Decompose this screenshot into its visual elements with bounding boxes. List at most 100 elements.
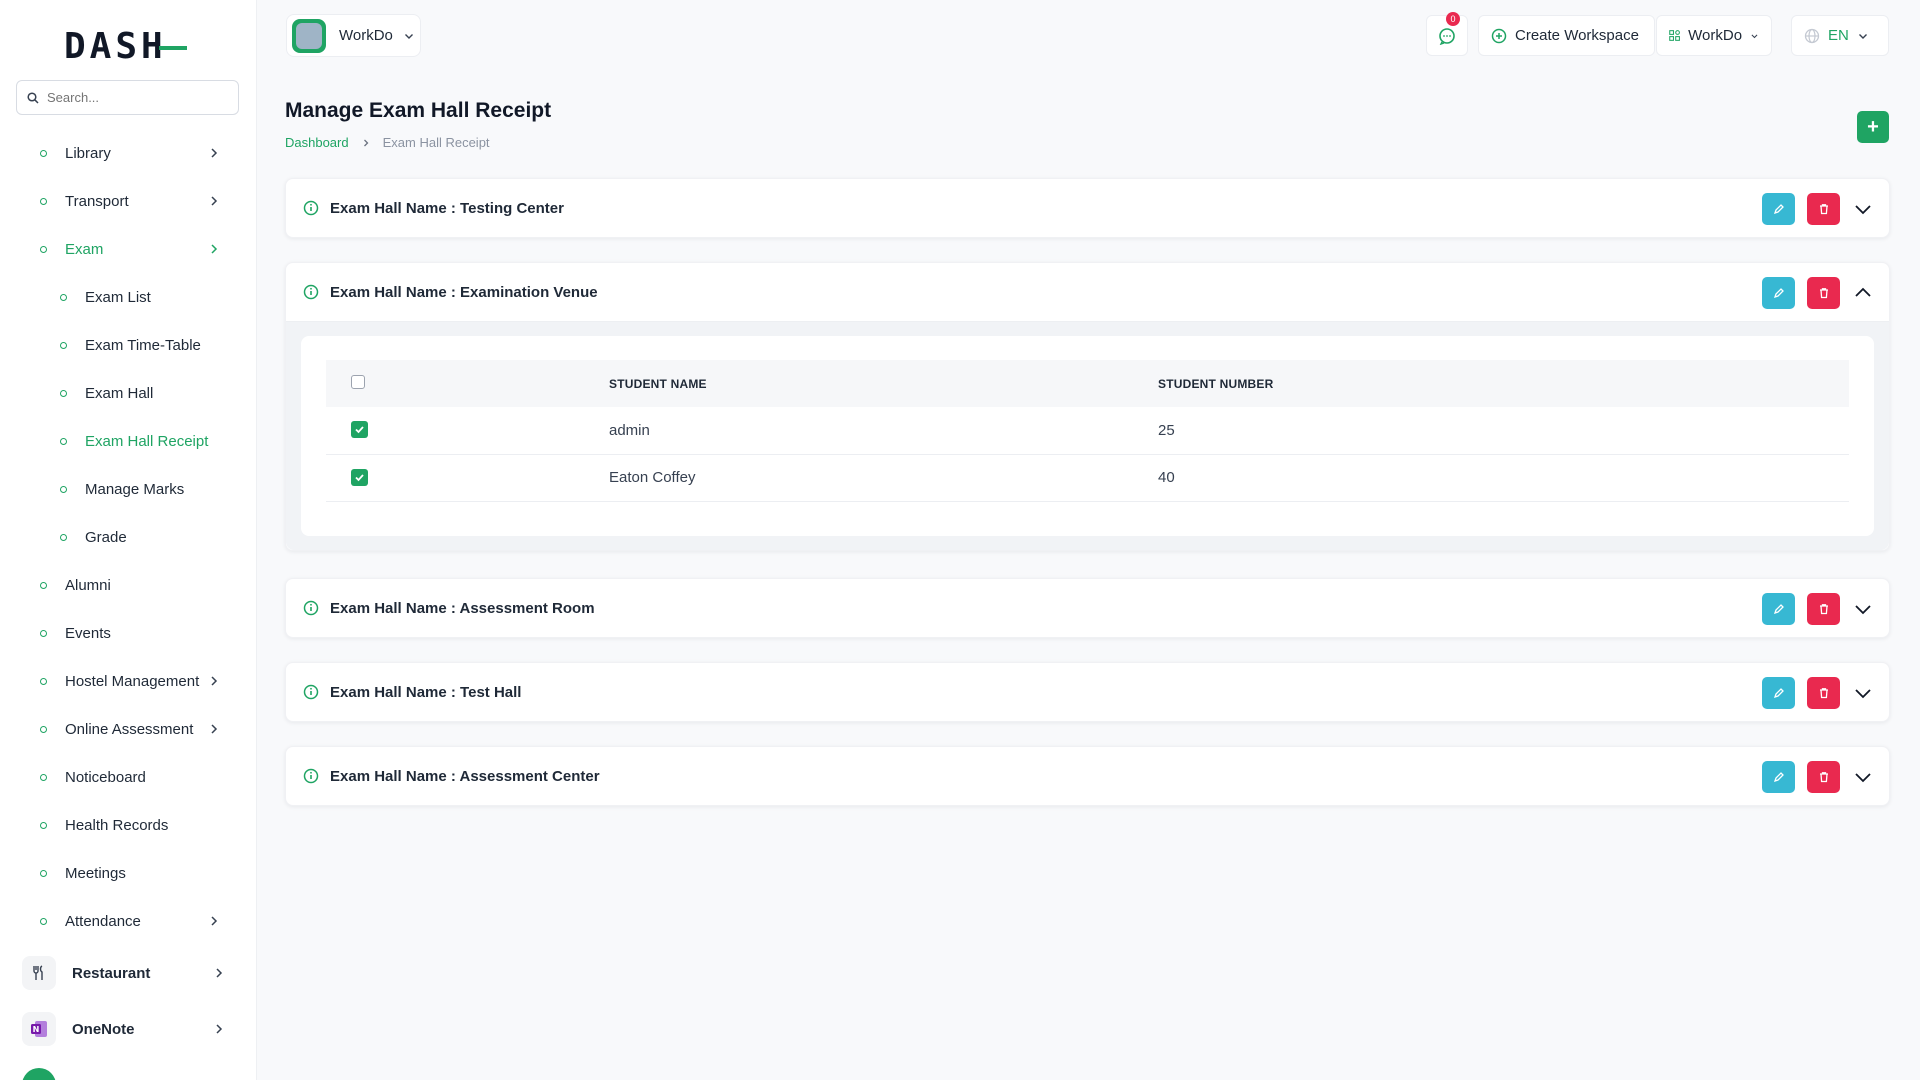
sidebar-item-exam-hall[interactable]: Exam Hall — [0, 369, 256, 417]
sidebar-item-label: Restaurant — [72, 964, 151, 982]
sidebar-item-label: Noticeboard — [65, 768, 146, 786]
sidebar-item-label: Exam Hall Receipt — [85, 432, 209, 450]
sidebar-item-exam[interactable]: Exam — [0, 225, 256, 273]
bullet-icon — [60, 485, 67, 493]
info-icon — [303, 684, 319, 700]
column-header-student-number: STUDENT NUMBER — [1158, 376, 1274, 391]
bullet-icon — [40, 245, 47, 253]
chevron-down-icon[interactable] — [1853, 199, 1873, 219]
sidebar-item-alumni[interactable]: Alumni — [0, 561, 256, 609]
sidebar-item-label: Online Assessment — [65, 720, 194, 738]
sidebar-item-library[interactable]: Library — [0, 129, 256, 177]
sidebar-item-online-assessment[interactable]: Online Assessment — [0, 705, 256, 753]
breadcrumb-dashboard-link[interactable]: Dashboard — [285, 135, 349, 150]
sidebar-search — [16, 80, 239, 115]
exam-hall-title: Exam Hall Name : Assessment Room — [330, 599, 595, 617]
logo-text: DASH — [64, 26, 167, 67]
exam-hall-header[interactable]: Exam Hall Name : Test Hall — [286, 663, 1889, 721]
sidebar-item-manage-marks[interactable]: Manage Marks — [0, 465, 256, 513]
workdo-label: WorkDo — [1688, 27, 1743, 44]
chevron-right-icon — [211, 196, 218, 206]
chevron-right-icon — [211, 244, 218, 254]
exam-hall-card: Exam Hall Name : Test Hall — [285, 662, 1890, 722]
trash-icon — [1819, 688, 1828, 699]
edit-button[interactable] — [1762, 277, 1795, 309]
exam-hall-header[interactable]: Exam Hall Name : Assessment Room — [286, 579, 1889, 637]
bullet-icon — [40, 581, 47, 589]
dash-logo[interactable]: DASH — [64, 26, 187, 67]
delete-button[interactable] — [1807, 761, 1840, 793]
sidebar-item-exam-time-table[interactable]: Exam Time-Table — [0, 321, 256, 369]
language-label: EN — [1828, 27, 1849, 44]
exam-hall-header[interactable]: Exam Hall Name : Testing Center — [286, 179, 1889, 237]
exam-hall-title: Exam Hall Name : Testing Center — [330, 199, 564, 217]
delete-button[interactable] — [1807, 277, 1840, 309]
workspace-selector[interactable]: WorkDo — [286, 14, 421, 57]
globe-icon — [1804, 28, 1820, 43]
row-checkbox[interactable] — [351, 421, 368, 439]
sidebar-item-exam-hall-receipt[interactable]: Exam Hall Receipt — [0, 417, 256, 465]
chevron-down-icon[interactable] — [1853, 683, 1873, 703]
bullet-icon — [40, 917, 47, 925]
workdo-menu-button[interactable]: WorkDo — [1656, 15, 1772, 56]
add-button[interactable]: + — [1857, 111, 1889, 143]
sidebar-item-partial[interactable] — [0, 1057, 256, 1080]
language-selector[interactable]: EN — [1791, 15, 1889, 56]
select-all-checkbox[interactable] — [351, 375, 365, 389]
delete-button[interactable] — [1807, 193, 1840, 225]
chevron-down-icon — [1858, 33, 1867, 39]
search-input[interactable] — [47, 90, 227, 105]
sidebar-item-health-records[interactable]: Health Records — [0, 801, 256, 849]
delete-button[interactable] — [1807, 677, 1840, 709]
sidebar-item-label: Exam List — [85, 288, 151, 306]
sidebar-item-attendance[interactable]: Attendance — [0, 897, 256, 945]
apps-grid-icon — [1669, 30, 1680, 41]
sidebar-item-label: OneNote — [72, 1020, 135, 1038]
bullet-icon — [60, 341, 67, 349]
chevron-up-icon[interactable] — [1853, 283, 1873, 303]
sidebar-item-label: Library — [65, 144, 111, 162]
delete-button[interactable] — [1807, 593, 1840, 625]
sidebar-item-transport[interactable]: Transport — [0, 177, 256, 225]
exam-hall-card: Exam Hall Name : Examination Venue STUDE… — [285, 262, 1890, 551]
bullet-icon — [40, 773, 47, 781]
edit-button[interactable] — [1762, 193, 1795, 225]
exam-hall-header[interactable]: Exam Hall Name : Examination Venue — [286, 263, 1889, 321]
sidebar-item-meetings[interactable]: Meetings — [0, 849, 256, 897]
exam-hall-header[interactable]: Exam Hall Name : Assessment Center — [286, 747, 1889, 805]
sidebar-item-exam-list[interactable]: Exam List — [0, 273, 256, 321]
notifications-button[interactable]: 0 — [1426, 12, 1468, 56]
exam-hall-card: Exam Hall Name : Testing Center — [285, 178, 1890, 238]
notification-badge: 0 — [1446, 12, 1460, 26]
chevron-right-icon — [211, 148, 218, 158]
sidebar-item-noticeboard[interactable]: Noticeboard — [0, 753, 256, 801]
student-name-cell: Eaton Coffey — [609, 454, 1158, 502]
sidebar-item-label: Exam Time-Table — [85, 336, 201, 354]
logo-accent — [158, 45, 187, 50]
sidebar: DASH Library Transport Exam Exam List Ex… — [0, 0, 257, 1080]
chevron-down-icon[interactable] — [1853, 599, 1873, 619]
sidebar-item-label: Meetings — [65, 864, 126, 882]
edit-button[interactable] — [1762, 593, 1795, 625]
create-workspace-label: Create Workspace — [1515, 27, 1639, 44]
restaurant-icon — [22, 956, 56, 990]
create-workspace-button[interactable]: Create Workspace — [1478, 15, 1655, 56]
sidebar-item-onenote[interactable]: N OneNote — [0, 1001, 256, 1057]
chevron-down-icon[interactable] — [1853, 767, 1873, 787]
chevron-right-icon — [363, 139, 369, 146]
trash-icon — [1819, 604, 1828, 615]
student-table: STUDENT NAME STUDENT NUMBER admin 25 Eat… — [326, 360, 1849, 502]
breadcrumb-current: Exam Hall Receipt — [382, 135, 490, 150]
exam-hall-body: STUDENT NAME STUDENT NUMBER admin 25 Eat… — [286, 321, 1889, 550]
edit-button[interactable] — [1762, 677, 1795, 709]
sidebar-item-hostel-management[interactable]: Hostel Management — [0, 657, 256, 705]
bullet-icon — [60, 533, 67, 541]
sidebar-item-events[interactable]: Events — [0, 609, 256, 657]
exam-hall-card: Exam Hall Name : Assessment Room — [285, 578, 1890, 638]
row-checkbox[interactable] — [351, 468, 368, 486]
sidebar-item-grade[interactable]: Grade — [0, 513, 256, 561]
check-icon — [355, 473, 364, 481]
sidebar-item-restaurant[interactable]: Restaurant — [0, 945, 256, 1001]
edit-button[interactable] — [1762, 761, 1795, 793]
sidebar-item-label: Alumni — [65, 576, 111, 594]
